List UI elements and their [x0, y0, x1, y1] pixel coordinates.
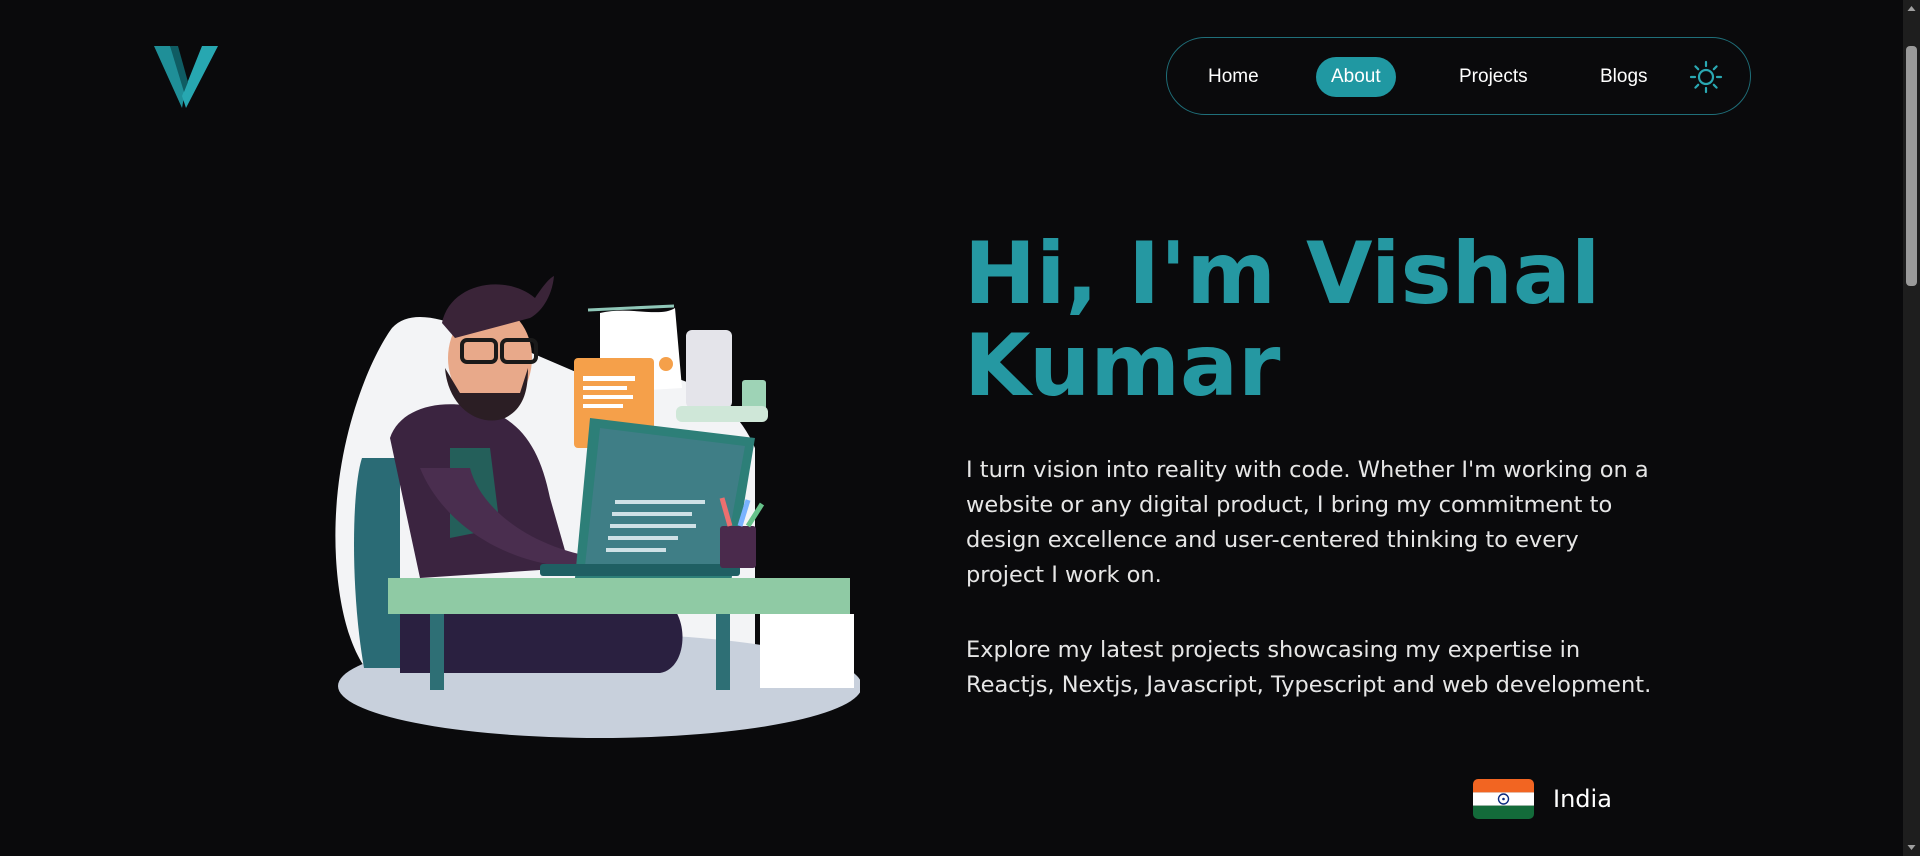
theme-toggle-button[interactable] — [1689, 60, 1723, 94]
nav-projects[interactable]: Projects — [1444, 57, 1543, 97]
scroll-up-arrow-icon[interactable] — [1903, 0, 1920, 17]
hero-intro-paragraph: I turn vision into reality with code. Wh… — [966, 457, 1649, 588]
hero-projects-paragraph: Explore my latest projects showcasing my… — [966, 637, 1652, 698]
india-flag-icon — [1473, 779, 1534, 819]
site-logo[interactable] — [152, 42, 220, 110]
hero-title: Hi, I'm Vishal Kumar — [964, 224, 1601, 416]
main-nav: Home About Projects Blogs — [1166, 37, 1751, 115]
location-badge: India — [1473, 778, 1612, 820]
scrollbar-thumb[interactable] — [1906, 46, 1917, 286]
page-scrollbar[interactable] — [1903, 0, 1920, 856]
nav-blogs[interactable]: Blogs — [1585, 57, 1663, 97]
v-letter-logo-icon — [154, 46, 218, 108]
scroll-down-arrow-icon[interactable] — [1903, 839, 1920, 856]
sun-icon — [1689, 60, 1723, 94]
nav-home[interactable]: Home — [1193, 57, 1274, 97]
location-label: India — [1553, 785, 1612, 813]
developer-illustration — [330, 268, 862, 738]
nav-about[interactable]: About — [1316, 57, 1396, 97]
